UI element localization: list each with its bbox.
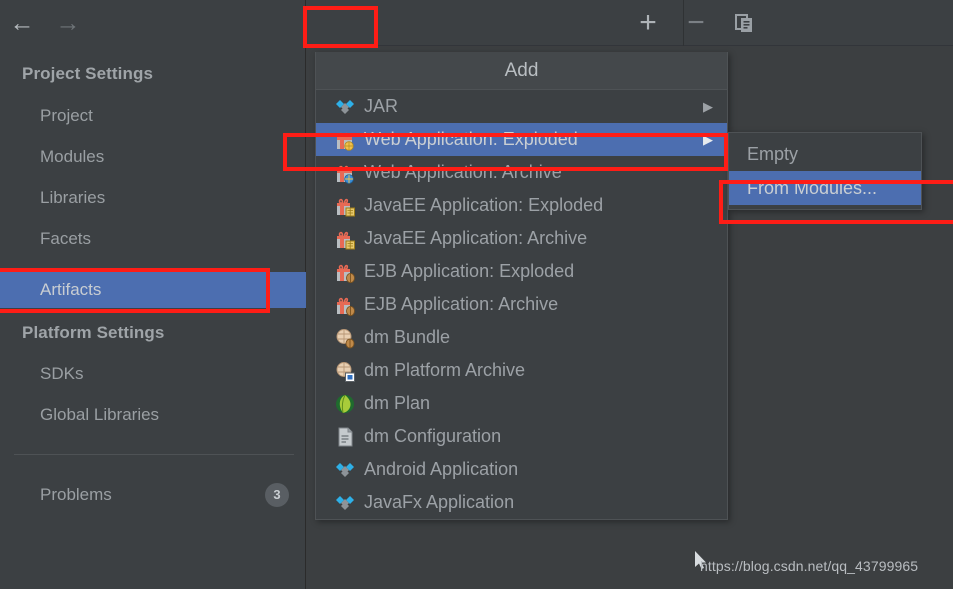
settings-sidebar: ← → Project Settings Project Modules Lib…: [0, 0, 306, 589]
gift-ejb-icon: [334, 294, 356, 317]
menu-item-label: JavaEE Application: Archive: [364, 228, 588, 248]
artifacts-toolbar: + −: [306, 0, 953, 46]
gift-ejb-icon: [334, 261, 356, 284]
diamond-icon: [334, 96, 356, 118]
sidebar-section-platform-settings: Platform Settings: [22, 323, 165, 342]
menu-item-label: JavaFx Application: [364, 492, 515, 512]
sidebar-item-label: SDKs: [40, 364, 84, 383]
sidebar-item-artifacts[interactable]: Artifacts: [0, 272, 306, 308]
menu-item-label: dm Bundle: [364, 327, 451, 347]
menu-item-label: dm Plan: [364, 393, 431, 413]
menu-item-javaee-application-archive[interactable]: JavaEE Application: Archive: [316, 222, 727, 255]
submenu-item-label: From Modules...: [747, 178, 878, 198]
menu-item-ejb-application-archive[interactable]: EJB Application: Archive: [316, 288, 727, 321]
menu-item-android-application[interactable]: Android Application: [316, 453, 727, 486]
submenu-item-label: Empty: [747, 144, 799, 164]
gift-web-icon: [334, 162, 356, 184]
copy-icon[interactable]: [729, 8, 759, 38]
submenu-item-from-modules[interactable]: From Modules...: [729, 171, 921, 205]
minus-icon[interactable]: −: [681, 8, 711, 38]
menu-item-label: Web Application: Exploded: [364, 129, 578, 149]
menu-item-ejb-application-exploded[interactable]: EJB Application: Exploded: [316, 255, 727, 288]
plan-globe-icon: [334, 393, 356, 415]
sidebar-item-problems[interactable]: Problems: [0, 479, 306, 510]
watermark-text: https://blog.csdn.net/qq_43799965: [700, 558, 919, 574]
sidebar-item-label: Problems: [40, 485, 112, 504]
sidebar-item-label: Modules: [40, 147, 105, 166]
sidebar-section-project-settings: Project Settings: [22, 64, 154, 83]
sidebar-item-label: Global Libraries: [40, 405, 160, 424]
sidebar-divider: [14, 454, 294, 455]
arrow-left-icon[interactable]: ←: [8, 10, 36, 36]
menu-item-label: EJB Application: Archive: [364, 294, 559, 314]
sidebar-item-modules[interactable]: Modules: [0, 141, 306, 172]
menu-title: Add: [316, 52, 727, 90]
gift-javaee-icon: [334, 228, 356, 250]
sidebar-item-sdks[interactable]: SDKs: [0, 358, 306, 389]
submenu-item-empty[interactable]: Empty: [729, 137, 921, 171]
add-artifact-menu: Add JAR ▶ Web Application: Exploded ▶ We…: [315, 52, 728, 520]
web-application-exploded-submenu: Empty From Modules...: [728, 132, 922, 210]
menu-item-javafx-application[interactable]: JavaFx Application: [316, 486, 727, 519]
sidebar-item-label: Project: [40, 106, 93, 125]
chevron-right-icon: ▶: [703, 99, 713, 114]
menu-item-dm-bundle[interactable]: dm Bundle: [316, 321, 727, 354]
sidebar-item-facets[interactable]: Facets: [0, 223, 306, 254]
sidebar-item-global-libraries[interactable]: Global Libraries: [0, 399, 306, 430]
sidebar-item-label: Libraries: [40, 188, 106, 207]
menu-item-label: JavaEE Application: Exploded: [364, 195, 604, 215]
sidebar-item-label: Facets: [40, 229, 92, 248]
menu-item-label: dm Platform Archive: [364, 360, 526, 380]
problems-count-badge: 3: [265, 483, 289, 507]
sidebar-item-libraries[interactable]: Libraries: [0, 182, 306, 213]
menu-item-web-application-exploded[interactable]: Web Application: Exploded ▶: [316, 123, 727, 156]
diamond-icon: [334, 459, 356, 481]
sidebar-item-label: Artifacts: [40, 280, 102, 299]
diamond-icon: [334, 492, 356, 514]
gift-web-icon: [334, 129, 356, 151]
menu-item-dm-plan[interactable]: dm Plan: [316, 387, 727, 420]
bundle-icon: [334, 327, 356, 349]
plus-icon[interactable]: +: [633, 8, 663, 38]
menu-item-web-application-archive[interactable]: Web Application: Archive: [316, 156, 727, 189]
sidebar-navigation-bar: ← →: [0, 0, 306, 46]
sidebar-item-project[interactable]: Project: [0, 100, 306, 131]
menu-item-label: dm Configuration: [364, 426, 502, 446]
menu-item-dm-platform-archive[interactable]: dm Platform Archive: [316, 354, 727, 387]
menu-item-label: Android Application: [364, 459, 519, 479]
menu-item-dm-configuration[interactable]: dm Configuration: [316, 420, 727, 453]
settings-dialog: ← → Project Settings Project Modules Lib…: [0, 0, 953, 589]
gift-javaee-icon: [334, 195, 356, 217]
arrow-right-icon[interactable]: →: [54, 10, 82, 36]
document-icon: [334, 426, 356, 448]
chevron-right-icon: ▶: [703, 132, 713, 147]
menu-item-javaee-application-exploded[interactable]: JavaEE Application: Exploded: [316, 189, 727, 222]
menu-item-label: Web Application: Archive: [364, 162, 562, 182]
menu-item-jar[interactable]: JAR ▶: [316, 90, 727, 123]
menu-item-label: JAR: [364, 96, 399, 116]
platform-archive-icon: [334, 360, 356, 382]
menu-item-label: EJB Application: Exploded: [364, 261, 575, 281]
